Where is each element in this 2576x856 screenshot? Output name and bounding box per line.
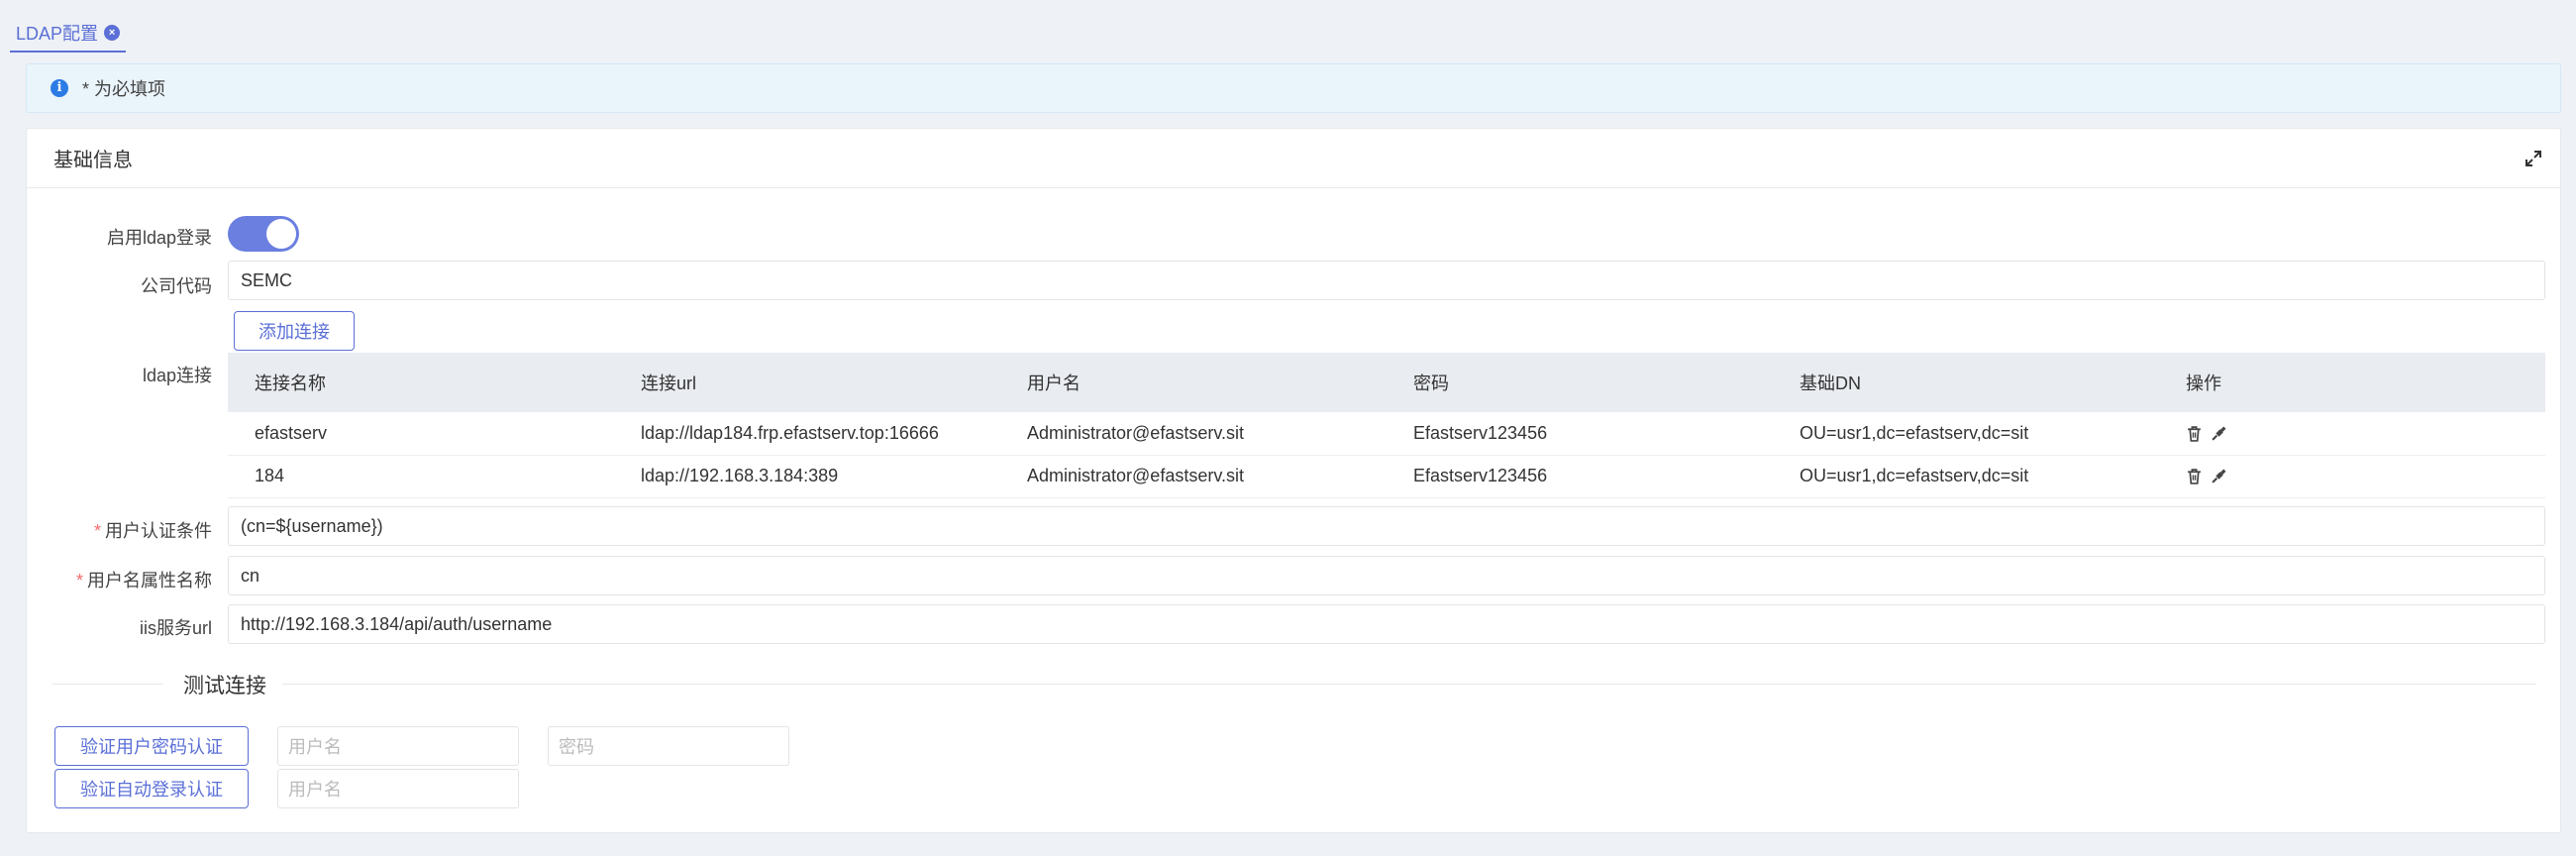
expand-icon[interactable] [2524,150,2542,167]
auth-condition-text: 用户认证条件 [105,521,212,541]
table-header-row: 连接名称 连接url 用户名 密码 基础DN 操作 [228,353,2545,412]
iis-url-input[interactable]: http://192.168.3.184/api/auth/username [228,604,2545,644]
panel-header: 基础信息 [27,129,2560,188]
cell-name: efastserv [228,412,614,456]
test-connection-title: 测试连接 [183,675,266,697]
username-attr-text: 用户名属性名称 [87,571,212,590]
cell-username: Administrator@efastserv.sit [1000,455,1387,498]
trash-icon[interactable] [2186,468,2203,484]
col-header-name: 连接名称 [228,353,614,412]
col-header-password: 密码 [1387,353,1773,412]
username-attr-input[interactable]: cn [228,556,2545,595]
company-code-label: 公司代码 [141,276,212,296]
basic-info-panel: 基础信息 启用ldap登录 公司代码 SEMC 添加连接 ldap连接 连接名称… [26,128,2561,833]
required-notice: i * 为必填项 [26,63,2561,113]
col-header-base-dn: 基础DN [1773,353,2159,412]
close-circle-icon[interactable]: × [104,25,121,41]
divider-right [282,684,2536,685]
col-header-url: 连接url [614,353,1000,412]
col-header-actions: 操作 [2159,353,2545,412]
col-header-username: 用户名 [1000,353,1387,412]
test-password-input[interactable]: 密码 [548,726,789,766]
required-mark: * [93,521,101,541]
table-row: efastserv ldap://ldap184.frp.efastserv.t… [228,412,2545,456]
cell-password: Efastserv123456 [1387,455,1773,498]
trash-icon[interactable] [2186,425,2203,442]
cell-actions [2159,455,2545,498]
plug-icon[interactable] [2211,425,2227,442]
tab-ldap-config[interactable]: LDAP配置 × [10,15,127,53]
verify-auto-login-button[interactable]: 验证自动登录认证 [54,769,249,808]
enable-ldap-toggle[interactable] [228,216,299,252]
enable-ldap-label: 启用ldap登录 [106,228,212,248]
cell-base-dn: OU=usr1,dc=efastserv,dc=sit [1773,412,2159,456]
ldap-connection-label: ldap连接 [142,366,212,385]
test-auto-username-input[interactable]: 用户名 [277,769,519,808]
add-connection-button[interactable]: 添加连接 [234,311,355,351]
row-actions [2186,468,2545,484]
divider-left [52,684,163,685]
cell-url: ldap://192.168.3.184:389 [614,455,1000,498]
row-actions [2186,425,2545,442]
cell-password: Efastserv123456 [1387,412,1773,456]
notice-text: * 为必填项 [82,79,166,99]
plug-icon[interactable] [2211,468,2227,484]
username-attr-label: * 用户名属性名称 [27,567,212,592]
panel-title: 基础信息 [53,150,133,171]
iis-url-label: iis服务url [139,618,212,638]
cell-base-dn: OU=usr1,dc=efastserv,dc=sit [1773,455,2159,498]
cell-actions [2159,412,2545,456]
company-code-input[interactable]: SEMC [228,261,2545,300]
required-mark: * [75,571,83,590]
auth-condition-input[interactable]: (cn=${username}) [228,506,2545,546]
table-row: 184 ldap://192.168.3.184:389 Administrat… [228,455,2545,498]
test-username-input[interactable]: 用户名 [277,726,519,766]
auth-condition-label: * 用户认证条件 [27,517,212,543]
tab-label: LDAP配置 [16,24,99,44]
verify-password-button[interactable]: 验证用户密码认证 [54,726,249,766]
ldap-connection-table: 连接名称 连接url 用户名 密码 基础DN 操作 efastserv ldap… [228,353,2545,498]
toggle-knob [266,219,296,249]
info-icon: i [51,79,68,97]
tab-bar: LDAP配置 × [10,15,127,53]
cell-username: Administrator@efastserv.sit [1000,412,1387,456]
cell-url: ldap://ldap184.frp.efastserv.top:16666 [614,412,1000,456]
cell-name: 184 [228,455,614,498]
